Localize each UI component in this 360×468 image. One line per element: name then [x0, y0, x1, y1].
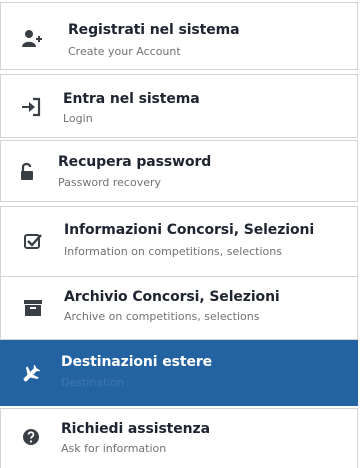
archive-icon: [22, 297, 44, 319]
menu-item-subtitle: Create your Account: [68, 45, 181, 58]
menu-item-competitions-info[interactable]: Informazioni Concorsi, Selezioni Informa…: [0, 206, 358, 278]
menu-item-competitions-archive[interactable]: Archivio Concorsi, Selezioni Archive on …: [0, 276, 358, 340]
checkbox-icon: [22, 230, 44, 252]
menu-item-subtitle: Login: [63, 112, 93, 125]
menu-item-subtitle: Information on competitions, selections: [64, 245, 282, 258]
menu-item-title: Recupera password: [58, 154, 212, 170]
menu-item-title: Registrati nel sistema: [68, 22, 240, 38]
menu-item-title: Informazioni Concorsi, Selezioni: [64, 222, 315, 238]
menu-item-login[interactable]: Entra nel sistema Login: [0, 74, 358, 138]
menu-item-title: Archivio Concorsi, Selezioni: [64, 289, 280, 305]
help-circle-icon: [20, 426, 42, 448]
unlock-icon: [17, 161, 39, 183]
menu-item-title: Richiedi assistenza: [61, 421, 210, 437]
menu-item-subtitle: Destination: [61, 376, 125, 389]
menu-item-foreign-destinations[interactable]: Destinazioni estere Destination: [0, 340, 358, 406]
menu-item-title: Destinazioni estere: [61, 354, 213, 370]
menu-item-subtitle: Password recovery: [58, 176, 162, 189]
menu-item-subtitle: Archive on competitions, selections: [64, 310, 260, 323]
plane-icon: [20, 363, 42, 385]
sign-in-icon: [20, 96, 42, 118]
menu-item-title: Entra nel sistema: [63, 91, 200, 107]
menu-item-register[interactable]: Registrati nel sistema Create your Accou…: [0, 2, 358, 70]
main-menu: Registrati nel sistema Create your Accou…: [0, 0, 360, 468]
menu-item-subtitle: Ask for information: [61, 442, 167, 455]
add-user-icon: [21, 28, 43, 50]
menu-item-password-recovery[interactable]: Recupera password Password recovery: [0, 140, 358, 202]
menu-item-request-assistance[interactable]: Richiedi assistenza Ask for information: [0, 408, 358, 468]
